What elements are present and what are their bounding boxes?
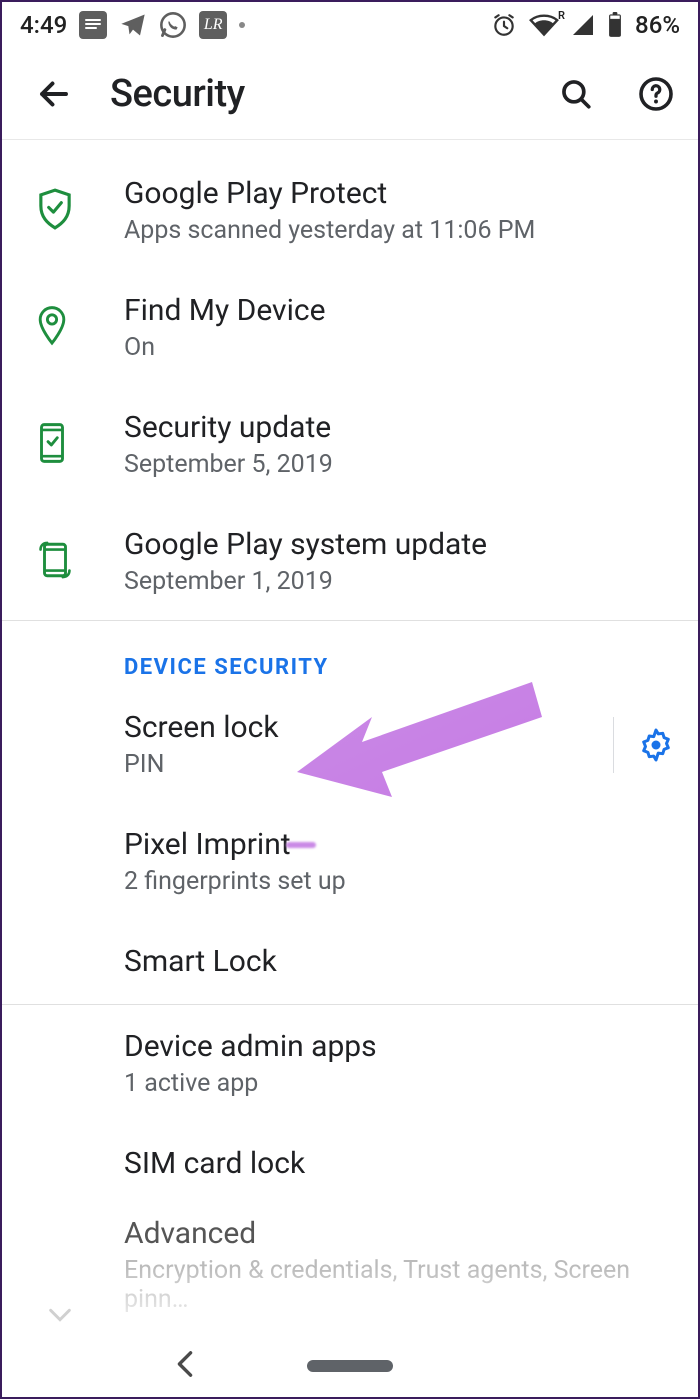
system-update-sub: September 1, 2019 [124,567,680,596]
section-header-security-status: SECURITY STATUS [2,140,698,152]
screen-lock-sub: PIN [124,750,613,779]
status-battery-text: 86% [635,11,680,39]
search-button[interactable] [552,70,600,118]
nav-back-button[interactable] [174,1350,196,1382]
app-bar: Security [2,48,698,140]
notification-dot-icon [239,22,245,28]
whatsapp-icon [159,11,187,39]
content: SECURITY STATUS Google Play Protect Apps… [2,140,698,1341]
device-admin-sub: 1 active app [124,1069,680,1098]
help-button[interactable] [632,70,680,118]
row-advanced[interactable]: Advanced Encryption & credentials, Trust… [2,1206,698,1314]
pixel-imprint-title: Pixel Imprint [124,827,680,863]
smart-lock-title: Smart Lock [124,944,680,980]
advanced-title: Advanced [124,1216,680,1252]
telegram-icon [119,11,147,39]
lr-app-icon: LR [199,11,227,39]
nav-home-pill[interactable] [307,1360,393,1372]
row-security-update[interactable]: Security update September 5, 2019 [2,386,698,503]
battery-icon [607,12,623,38]
phone-sync-icon [36,539,74,585]
back-button[interactable] [30,70,78,118]
play-protect-title: Google Play Protect [124,176,680,212]
page-title: Security [110,72,520,116]
status-bar: 4:49 LR R 86% [2,2,698,48]
annotation-dash-icon [286,842,316,848]
row-device-admin[interactable]: Device admin apps 1 active app [2,1005,698,1122]
wifi-icon: R [529,13,559,37]
find-device-sub: On [124,333,680,362]
arrow-back-icon [36,76,72,112]
row-smart-lock[interactable]: Smart Lock [2,920,698,1004]
alarm-icon [491,12,517,38]
section-header-device-security: DEVICE SECURITY [2,621,698,686]
status-left: 4:49 LR [20,11,245,39]
system-update-title: Google Play system update [124,527,680,563]
pixel-imprint-sub: 2 fingerprints set up [124,867,680,896]
message-icon [79,11,107,39]
security-update-title: Security update [124,410,680,446]
screen-lock-title: Screen lock [124,710,613,746]
find-device-title: Find My Device [124,293,680,329]
device-admin-title: Device admin apps [124,1029,680,1065]
row-sim-lock[interactable]: SIM card lock [2,1122,698,1206]
security-update-sub: September 5, 2019 [124,450,680,479]
status-time: 4:49 [20,11,67,39]
signal-icon [571,13,595,37]
row-pixel-imprint[interactable]: Pixel Imprint 2 fingerprints set up [2,803,698,920]
nav-bar [4,1337,696,1395]
phone-check-icon [36,422,68,468]
status-right: R 86% [491,11,680,39]
help-icon [638,76,674,112]
row-screen-lock[interactable]: Screen lock PIN [2,686,698,803]
sim-lock-title: SIM card lock [124,1146,680,1182]
play-protect-sub: Apps scanned yesterday at 11:06 PM [124,216,680,245]
gear-icon [638,727,674,763]
screen-lock-settings-button[interactable] [632,721,680,769]
location-pin-icon [36,305,68,351]
row-system-update[interactable]: Google Play system update September 1, 2… [2,503,698,620]
row-play-protect[interactable]: Google Play Protect Apps scanned yesterd… [2,152,698,269]
advanced-sub: Encryption & credentials, Trust agents, … [124,1256,680,1314]
divider-vertical [613,717,614,773]
chevron-down-icon [46,1305,74,1329]
search-icon [559,77,593,111]
row-find-device[interactable]: Find My Device On [2,269,698,386]
shield-check-icon [36,187,74,235]
